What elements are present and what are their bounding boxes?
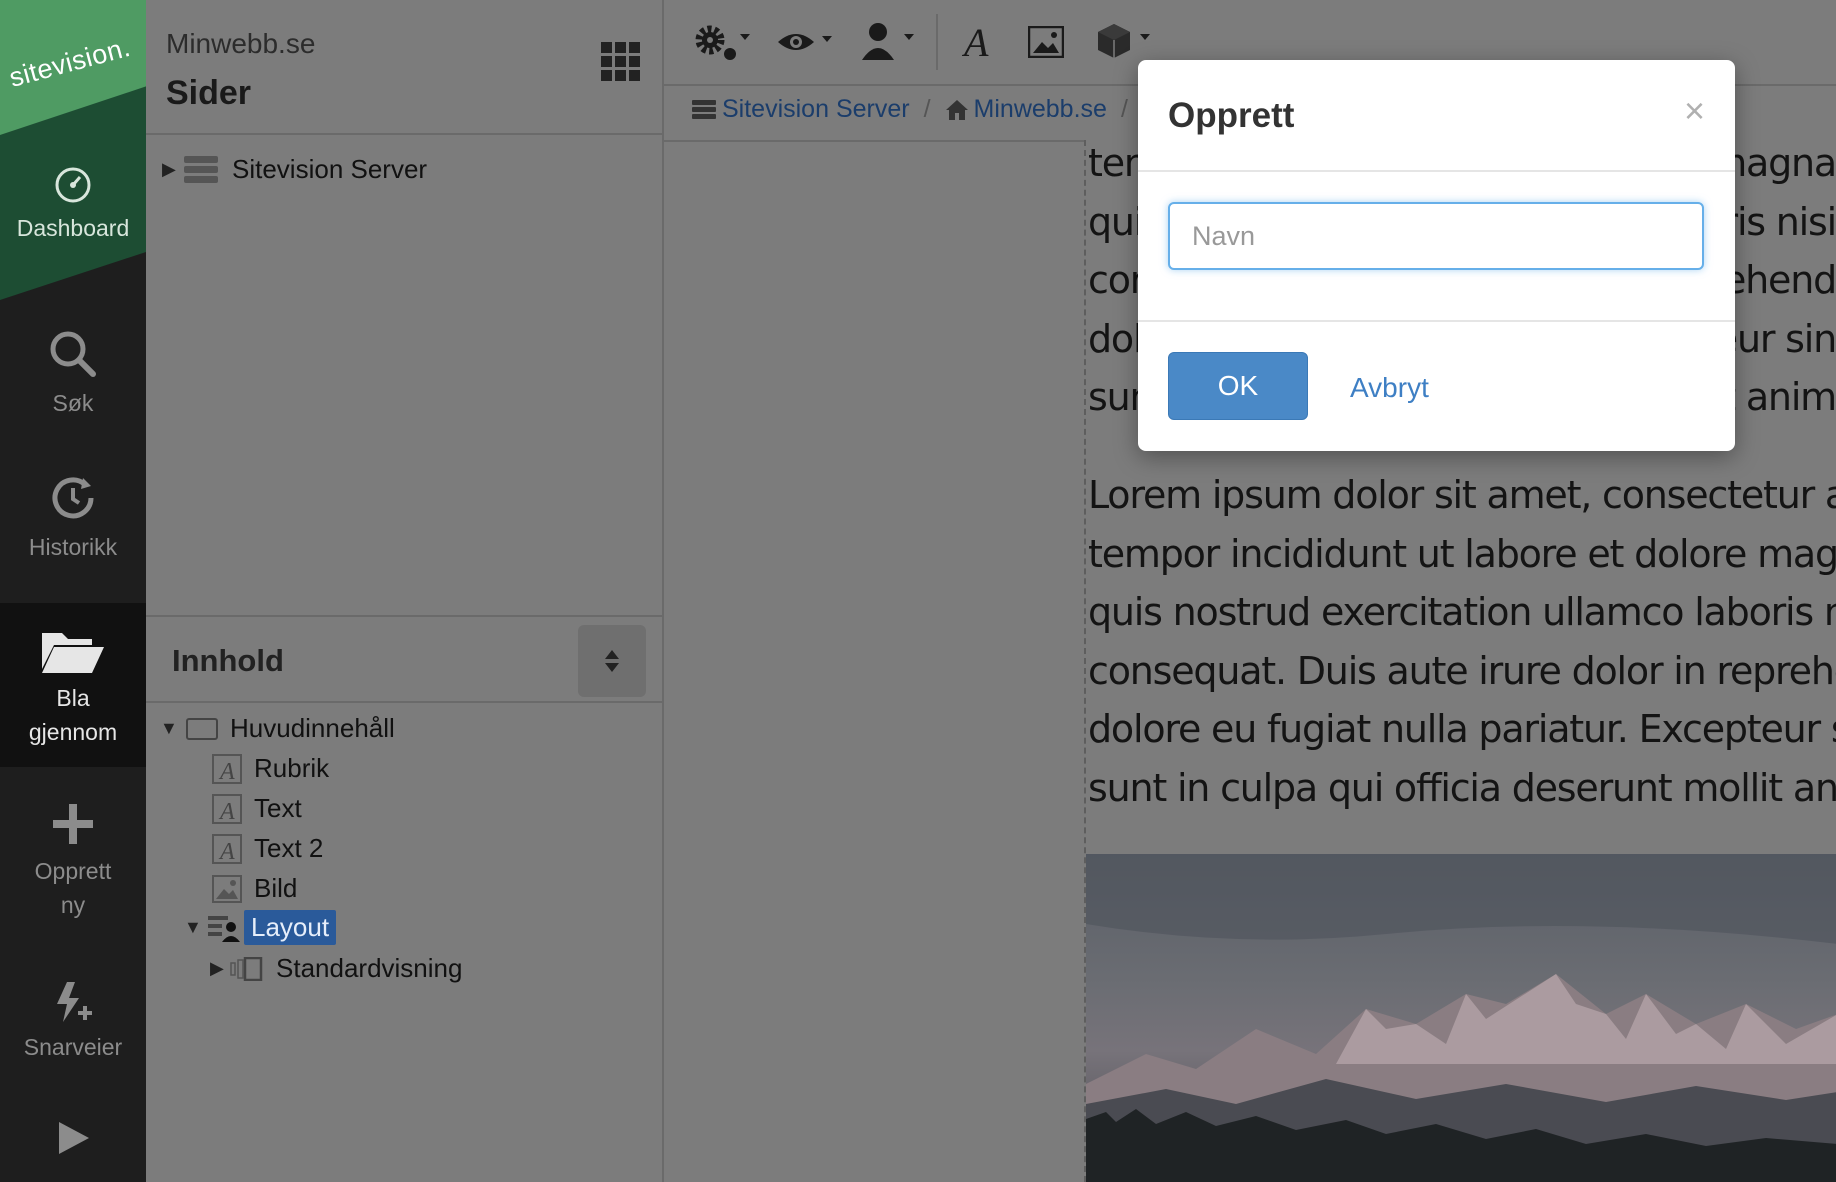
tree-node-label: Huvudinnehåll — [230, 713, 395, 743]
shortcut-icon — [57, 982, 92, 1022]
close-icon[interactable]: × — [1684, 90, 1705, 132]
dialog-footer: OK Avbryt — [1138, 322, 1735, 447]
mountain-landscape-image — [1086, 854, 1836, 1182]
text-line: quis nostrud exercitation ullamco labori… — [1088, 590, 1836, 634]
typography-icon[interactable]: A — [962, 22, 996, 60]
tree-node-main-content[interactable]: ▼ Huvudinnehåll — [160, 713, 395, 744]
svg-text:A: A — [218, 839, 235, 864]
rail-item-dashboard[interactable]: Dashboard — [0, 165, 146, 245]
tree-node-label: Text — [254, 793, 302, 823]
dialog-header: Opprett × — [1138, 60, 1735, 172]
svg-text:A: A — [962, 22, 989, 60]
rail-label: Dashboard — [16, 215, 130, 241]
tree-node-label: Standardvisning — [276, 953, 463, 983]
tree-node-module[interactable]: A Rubrik — [212, 753, 329, 784]
settings-dropdown-icon[interactable] — [692, 22, 750, 64]
tree-node-label: Sitevision Server — [232, 154, 428, 184]
create-dialog: Opprett × OK Avbryt — [1138, 60, 1735, 451]
breadcrumb-link[interactable]: Minwebb.se — [974, 95, 1107, 124]
ok-button[interactable]: OK — [1168, 352, 1308, 420]
pages-panel: Minwebb.se Sider ▶ Sitevision Server Inn… — [146, 0, 664, 1182]
dashboard-icon — [55, 167, 91, 203]
rail-label-line1: Opprett — [34, 858, 112, 884]
breadcrumb-separator: / — [923, 95, 931, 123]
folder-open-icon — [42, 633, 104, 673]
expand-caret-icon[interactable]: ▶ — [210, 958, 228, 979]
server-icon — [184, 155, 218, 183]
image-icon[interactable] — [1028, 26, 1064, 58]
play-icon — [59, 1122, 89, 1154]
tree-node-module[interactable]: A Text — [212, 793, 302, 824]
toolbar-divider — [936, 14, 938, 70]
text-line: tempor incididunt ut labore et dolore ma… — [1088, 531, 1836, 576]
expand-caret-icon[interactable]: ▶ — [162, 159, 180, 180]
cancel-button[interactable]: Avbryt — [1350, 372, 1429, 404]
site-name: Minwebb.se — [166, 28, 316, 59]
content-section-header: Innhold — [146, 615, 664, 703]
container-icon — [186, 717, 218, 740]
dialog-body — [1138, 172, 1735, 322]
rail-expand-button[interactable] — [0, 1118, 146, 1164]
rail-item-shortcuts[interactable]: Snarveier — [0, 980, 146, 1064]
server-icon — [692, 99, 716, 119]
content-paragraph: Lorem ipsum dolor sit amet, consectetur … — [1088, 466, 1836, 817]
view-icon — [230, 956, 263, 981]
rail-label: Søk — [52, 390, 94, 416]
svg-text:A: A — [218, 799, 235, 824]
page-canvas-margin — [664, 140, 1084, 1182]
breadcrumb-separator: / — [1120, 95, 1128, 123]
text-line: dolore eu fugiat nulla pariatur. Excepte… — [1088, 707, 1836, 751]
collapse-caret-icon[interactable]: ▼ — [160, 718, 178, 739]
tree-node-label: Text 2 — [254, 833, 324, 863]
text-line: sunt in culpa qui officia deserunt molli… — [1088, 765, 1836, 810]
name-input[interactable] — [1168, 202, 1704, 270]
preview-dropdown-icon[interactable] — [776, 26, 834, 58]
sort-icon — [605, 650, 619, 672]
rail-label-line1: Bla — [56, 685, 90, 711]
text-line: consequat. Duis aute irure dolor in repr… — [1088, 648, 1836, 693]
user-dropdown-icon[interactable] — [860, 22, 916, 62]
mountain-photo — [1086, 854, 1836, 1182]
tree-node-server[interactable]: ▶ Sitevision Server — [162, 154, 427, 185]
layout-icon — [208, 915, 240, 942]
tree-node-label: Bild — [254, 873, 298, 903]
rail-item-create-new[interactable]: Opprett ny — [0, 800, 146, 922]
search-icon — [50, 331, 96, 377]
rail-label-line2: ny — [60, 892, 86, 918]
rail-item-browse[interactable]: Bla gjennom — [0, 603, 146, 767]
rail-label: Snarveier — [23, 1034, 123, 1060]
tree-node-module[interactable]: Bild — [212, 873, 297, 904]
text-line: Lorem ipsum dolor sit amet, consectetur … — [1088, 473, 1836, 517]
text-module-icon: A — [212, 833, 242, 864]
tree-node-label-selected: Layout — [244, 910, 337, 945]
brand-area: sitevision. — [0, 0, 146, 300]
sort-toggle-button[interactable] — [578, 625, 646, 697]
rail-label-line2: gjennom — [28, 719, 118, 745]
plus-icon — [53, 804, 93, 844]
panel-header: Minwebb.se Sider — [146, 0, 662, 135]
tree-node-module[interactable]: A Text 2 — [212, 833, 323, 864]
svg-text:A: A — [218, 759, 235, 784]
rail-item-history[interactable]: Historikk — [0, 472, 146, 564]
rail-item-search[interactable]: Søk — [0, 328, 146, 420]
panel-title: Sider — [166, 74, 252, 112]
tree-node-label: Rubrik — [254, 753, 330, 783]
tree-node-layout[interactable]: ▼ Layout — [184, 910, 337, 945]
breadcrumb: Sitevision Server / Minwebb.se / — [692, 95, 1142, 124]
collapse-caret-icon[interactable]: ▼ — [184, 917, 202, 938]
main-navigation-rail: sitevision. Dashboard Søk Historikk Bla … — [0, 0, 146, 1182]
history-icon — [52, 477, 94, 519]
home-icon — [945, 99, 968, 120]
content-section-title: Innhold — [172, 643, 284, 678]
rail-label: Historikk — [28, 534, 118, 560]
text-module-icon: A — [212, 793, 242, 824]
breadcrumb-link[interactable]: Sitevision Server — [722, 95, 910, 124]
text-module-icon: A — [212, 753, 242, 784]
tree-node-view[interactable]: ▶ Standardvisning — [210, 953, 462, 984]
app-grid-icon[interactable] — [601, 42, 641, 82]
module-dropdown-icon[interactable] — [1096, 22, 1152, 60]
dialog-title: Opprett — [1168, 96, 1295, 135]
image-module-icon — [212, 874, 242, 903]
